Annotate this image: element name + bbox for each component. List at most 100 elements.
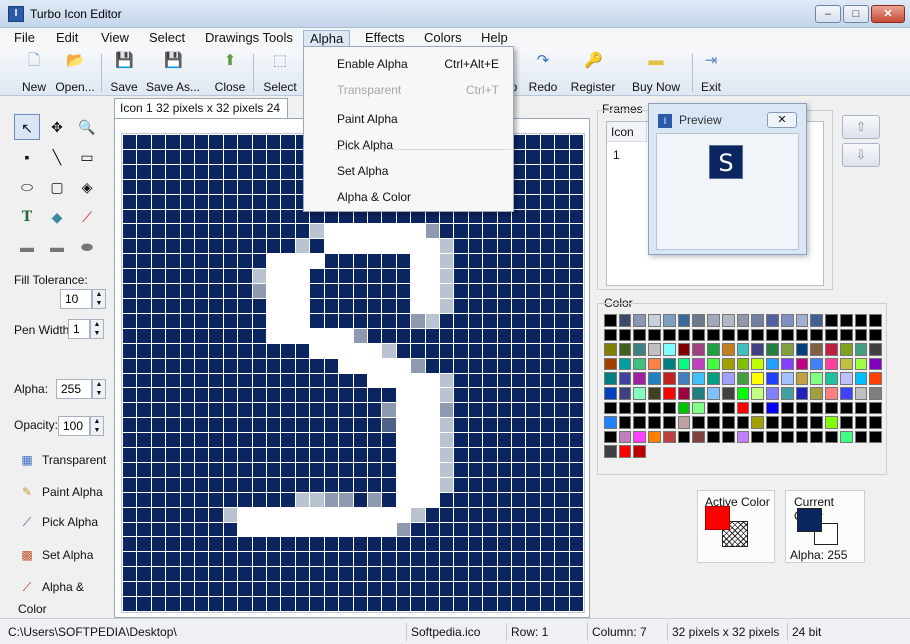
pixel-cell[interactable] xyxy=(166,224,180,239)
pixel-cell[interactable] xyxy=(425,373,439,388)
pixel-cell[interactable] xyxy=(339,507,353,522)
palette-swatch[interactable] xyxy=(677,314,691,327)
pixel-cell[interactable] xyxy=(180,224,195,239)
pixel-cell[interactable] xyxy=(137,313,151,328)
pixel-cell[interactable] xyxy=(166,194,180,209)
palette-swatch[interactable] xyxy=(721,343,735,356)
pixel-cell[interactable] xyxy=(195,284,209,298)
pixel-cell[interactable] xyxy=(209,492,223,507)
pixel-cell[interactable] xyxy=(497,239,511,254)
current-primary-swatch[interactable] xyxy=(797,508,822,532)
pixel-cell[interactable] xyxy=(425,284,439,298)
palette-swatch[interactable] xyxy=(721,401,735,415)
pixel-cell[interactable] xyxy=(252,179,267,194)
pixel-cell[interactable] xyxy=(540,194,555,209)
pixel-cell[interactable] xyxy=(439,507,454,522)
pixel-cell[interactable] xyxy=(569,209,583,224)
save-as-button[interactable]: 💾 Save As... xyxy=(145,50,201,94)
pixel-cell[interactable] xyxy=(411,388,425,403)
pixel-cell[interactable] xyxy=(439,298,454,313)
pixel-cell[interactable] xyxy=(281,224,295,239)
palette-swatch[interactable] xyxy=(648,416,661,429)
pixel-cell[interactable] xyxy=(267,284,281,298)
pixel-cell[interactable] xyxy=(151,507,166,522)
pixel-cell[interactable] xyxy=(137,343,151,358)
pixel-cell[interactable] xyxy=(137,507,151,522)
pixel-cell[interactable] xyxy=(497,254,511,269)
palette-swatch[interactable] xyxy=(662,401,676,415)
pixel-cell[interactable] xyxy=(454,298,468,313)
pixel-cell[interactable] xyxy=(439,597,454,611)
pen-width-spinner[interactable]: ▲ ▼ xyxy=(90,319,104,339)
pixel-cell[interactable] xyxy=(324,298,339,313)
pixel-cell[interactable] xyxy=(339,358,353,373)
pixel-cell[interactable] xyxy=(324,492,339,507)
pixel-cell[interactable] xyxy=(324,358,339,373)
pixel-cell[interactable] xyxy=(540,492,555,507)
pixel-cell[interactable] xyxy=(195,239,209,254)
pixel-cell[interactable] xyxy=(526,373,540,388)
pixel-cell[interactable] xyxy=(180,433,195,448)
pixel-cell[interactable] xyxy=(166,179,180,194)
pixel-cell[interactable] xyxy=(353,313,367,328)
pixel-cell[interactable] xyxy=(483,582,497,597)
pixel-cell[interactable] xyxy=(425,522,439,537)
pixel-cell[interactable] xyxy=(569,343,583,358)
pixel-cell[interactable] xyxy=(252,254,267,269)
pixel-cell[interactable] xyxy=(295,358,310,373)
pixel-cell[interactable] xyxy=(454,313,468,328)
palette-swatch[interactable] xyxy=(780,430,794,444)
pixel-cell[interactable] xyxy=(252,537,267,552)
pixel-cell[interactable] xyxy=(295,492,310,507)
pixel-cell[interactable] xyxy=(540,254,555,269)
palette-swatch[interactable] xyxy=(677,328,691,342)
pixel-cell[interactable] xyxy=(497,507,511,522)
pixel-cell[interactable] xyxy=(252,597,267,611)
pixel-cell[interactable] xyxy=(555,194,569,209)
pixel-cell[interactable] xyxy=(238,254,252,269)
pixel-cell[interactable] xyxy=(151,582,166,597)
pixel-cell[interactable] xyxy=(367,492,382,507)
pixel-cell[interactable] xyxy=(238,537,252,552)
pixel-cell[interactable] xyxy=(166,388,180,403)
pixel-cell[interactable] xyxy=(151,492,166,507)
pixel-cell[interactable] xyxy=(151,284,166,298)
pixel-cell[interactable] xyxy=(209,567,223,582)
pixel-cell[interactable] xyxy=(123,582,137,597)
pixel-cell[interactable] xyxy=(252,388,267,403)
pixel-cell[interactable] xyxy=(209,388,223,403)
pixel-cell[interactable] xyxy=(195,179,209,194)
pixel-cell[interactable] xyxy=(468,477,483,492)
pixel-cell[interactable] xyxy=(324,388,339,403)
pixel-cell[interactable] xyxy=(267,477,281,492)
palette-swatch[interactable] xyxy=(810,387,824,400)
pixel-cell[interactable] xyxy=(123,194,137,209)
pixel-cell[interactable] xyxy=(209,403,223,418)
pixel-cell[interactable] xyxy=(454,269,468,284)
pixel-cell[interactable] xyxy=(123,492,137,507)
pixel-cell[interactable] xyxy=(310,358,324,373)
pixel-cell[interactable] xyxy=(281,388,295,403)
eyedropper-icon[interactable]: ⟋ xyxy=(74,204,100,230)
pixel-cell[interactable] xyxy=(339,224,353,239)
pixel-cell[interactable] xyxy=(137,239,151,254)
pixel-cell[interactable] xyxy=(511,328,526,343)
pixel-cell[interactable] xyxy=(238,448,252,462)
pixel-cell[interactable] xyxy=(151,477,166,492)
palette-swatch[interactable] xyxy=(810,416,824,429)
pixel-cell[interactable] xyxy=(468,224,483,239)
pixel-cell[interactable] xyxy=(353,358,367,373)
pixel-cell[interactable] xyxy=(209,537,223,552)
pixel-cell[interactable] xyxy=(123,284,137,298)
pixel-cell[interactable] xyxy=(281,403,295,418)
pixel-cell[interactable] xyxy=(137,164,151,179)
pixel-cell[interactable] xyxy=(540,448,555,462)
pixel-cell[interactable] xyxy=(339,284,353,298)
pixel-cell[interactable] xyxy=(166,597,180,611)
pixel-cell[interactable] xyxy=(569,567,583,582)
pixel-cell[interactable] xyxy=(468,373,483,388)
pixel-cell[interactable] xyxy=(396,328,411,343)
pixel-cell[interactable] xyxy=(382,597,396,611)
pixel-cell[interactable] xyxy=(483,254,497,269)
pixel-cell[interactable] xyxy=(252,492,267,507)
